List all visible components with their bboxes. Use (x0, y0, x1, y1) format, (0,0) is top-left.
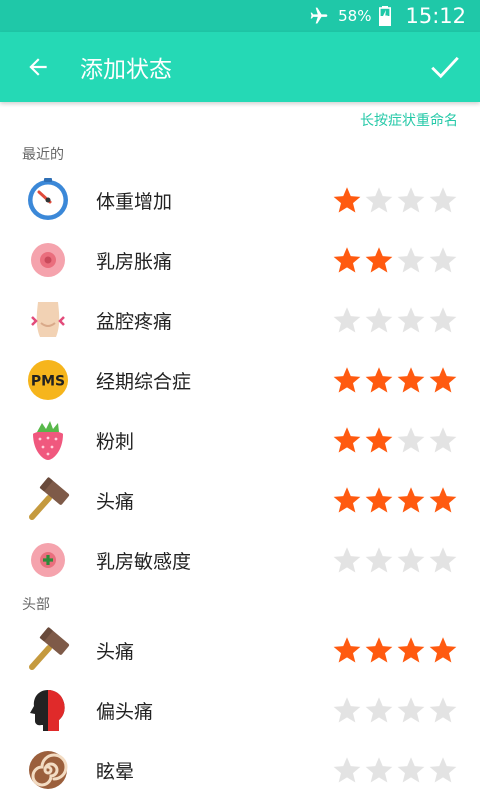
star-icon[interactable] (332, 185, 362, 215)
symptom-label: 体重增加 (96, 190, 173, 213)
star-icon[interactable] (364, 485, 394, 515)
star-icon[interactable] (396, 635, 426, 665)
star-icon[interactable] (428, 635, 458, 665)
clock: 15:12 (405, 4, 466, 28)
star-icon[interactable] (428, 755, 458, 785)
star-icon[interactable] (396, 245, 426, 275)
star-icon[interactable] (364, 635, 394, 665)
back-button[interactable] (0, 32, 76, 102)
breast-icon (22, 234, 74, 286)
symptom-label: 经期综合症 (96, 370, 192, 393)
star-icon[interactable] (428, 485, 458, 515)
symptom-row[interactable]: 偏头痛 (0, 680, 480, 740)
severity-rating (332, 545, 458, 575)
symptom-row[interactable]: 头痛 (0, 620, 480, 680)
star-icon[interactable] (364, 245, 394, 275)
symptom-label: 偏头痛 (96, 700, 154, 723)
status-bar: 58% 15:12 (0, 0, 480, 32)
star-icon[interactable] (332, 635, 362, 665)
symptom-row[interactable]: 盆腔疼痛 (0, 290, 480, 350)
app-bar: 添加状态 (0, 32, 480, 102)
severity-rating (332, 695, 458, 725)
symptom-label: 乳房胀痛 (96, 250, 173, 273)
star-icon[interactable] (396, 545, 426, 575)
severity-rating (332, 635, 458, 665)
battery-percent: 58% (338, 7, 372, 25)
pelvis-icon (22, 294, 74, 346)
severity-rating (332, 485, 458, 515)
star-icon[interactable] (428, 425, 458, 455)
star-icon[interactable] (332, 695, 362, 725)
hammer-icon (22, 474, 74, 526)
symptom-label: 眩晕 (96, 760, 135, 783)
star-icon[interactable] (428, 305, 458, 335)
spiral-icon (22, 744, 74, 796)
battery-charging-icon (379, 6, 392, 26)
severity-rating (332, 305, 458, 335)
star-icon[interactable] (332, 755, 362, 785)
hammer-icon (22, 624, 74, 676)
star-icon[interactable] (332, 305, 362, 335)
severity-rating (332, 425, 458, 455)
star-icon[interactable] (332, 245, 362, 275)
migraine-head-icon (22, 684, 74, 736)
airplane-mode-icon (310, 7, 328, 24)
severity-rating (332, 185, 458, 215)
star-icon[interactable] (396, 365, 426, 395)
star-icon[interactable] (396, 305, 426, 335)
confirm-button[interactable] (410, 32, 480, 102)
severity-rating (332, 245, 458, 275)
symptom-label: 头痛 (96, 490, 135, 513)
symptom-row[interactable]: 乳房胀痛 (0, 230, 480, 290)
svg-text:PMS: PMS (31, 374, 65, 390)
star-icon[interactable] (396, 695, 426, 725)
page-title: 添加状态 (80, 57, 172, 83)
star-icon[interactable] (428, 185, 458, 215)
rename-hint[interactable]: 长按症状重命名 (360, 110, 458, 130)
star-icon[interactable] (364, 305, 394, 335)
symptom-row[interactable]: 体重增加 (0, 170, 480, 230)
back-arrow-icon (29, 58, 47, 76)
star-icon[interactable] (428, 245, 458, 275)
symptom-label: 乳房敏感度 (96, 550, 192, 573)
star-icon[interactable] (364, 425, 394, 455)
star-icon[interactable] (364, 695, 394, 725)
star-icon[interactable] (396, 425, 426, 455)
symptom-label: 粉刺 (96, 430, 135, 453)
star-icon[interactable] (396, 485, 426, 515)
severity-rating (332, 755, 458, 785)
star-icon[interactable] (396, 185, 426, 215)
section-header: 最近的 (22, 147, 64, 163)
star-icon[interactable] (364, 545, 394, 575)
star-icon[interactable] (364, 755, 394, 785)
severity-rating (332, 365, 458, 395)
star-icon[interactable] (332, 425, 362, 455)
star-icon[interactable] (428, 695, 458, 725)
star-icon[interactable] (428, 545, 458, 575)
star-icon[interactable] (332, 485, 362, 515)
symptom-row[interactable]: 粉刺 (0, 410, 480, 470)
symptom-row[interactable]: PMS 经期综合症 (0, 350, 480, 410)
symptom-row[interactable]: 乳房敏感度 (0, 530, 480, 590)
star-icon[interactable] (364, 365, 394, 395)
scale-icon (22, 174, 74, 226)
symptom-label: 头痛 (96, 640, 135, 663)
section-header: 头部 (22, 597, 50, 613)
check-icon (431, 56, 459, 79)
star-icon[interactable] (428, 365, 458, 395)
symptom-row[interactable]: 头痛 (0, 470, 480, 530)
symptom-label: 盆腔疼痛 (96, 310, 173, 333)
symptom-row[interactable]: 眩晕 (0, 740, 480, 800)
breast-plus-icon (22, 534, 74, 586)
pms-icon: PMS (22, 354, 74, 406)
symptom-list: 最近的 体重增加 乳房胀痛 盆腔疼痛 PMS 经期综合症 粉刺 头痛 乳房敏感度 头部 头痛 偏头痛眩… (0, 140, 480, 800)
star-icon[interactable] (332, 365, 362, 395)
star-icon[interactable] (396, 755, 426, 785)
star-icon[interactable] (332, 545, 362, 575)
strawberry-icon (22, 414, 74, 466)
star-icon[interactable] (364, 185, 394, 215)
